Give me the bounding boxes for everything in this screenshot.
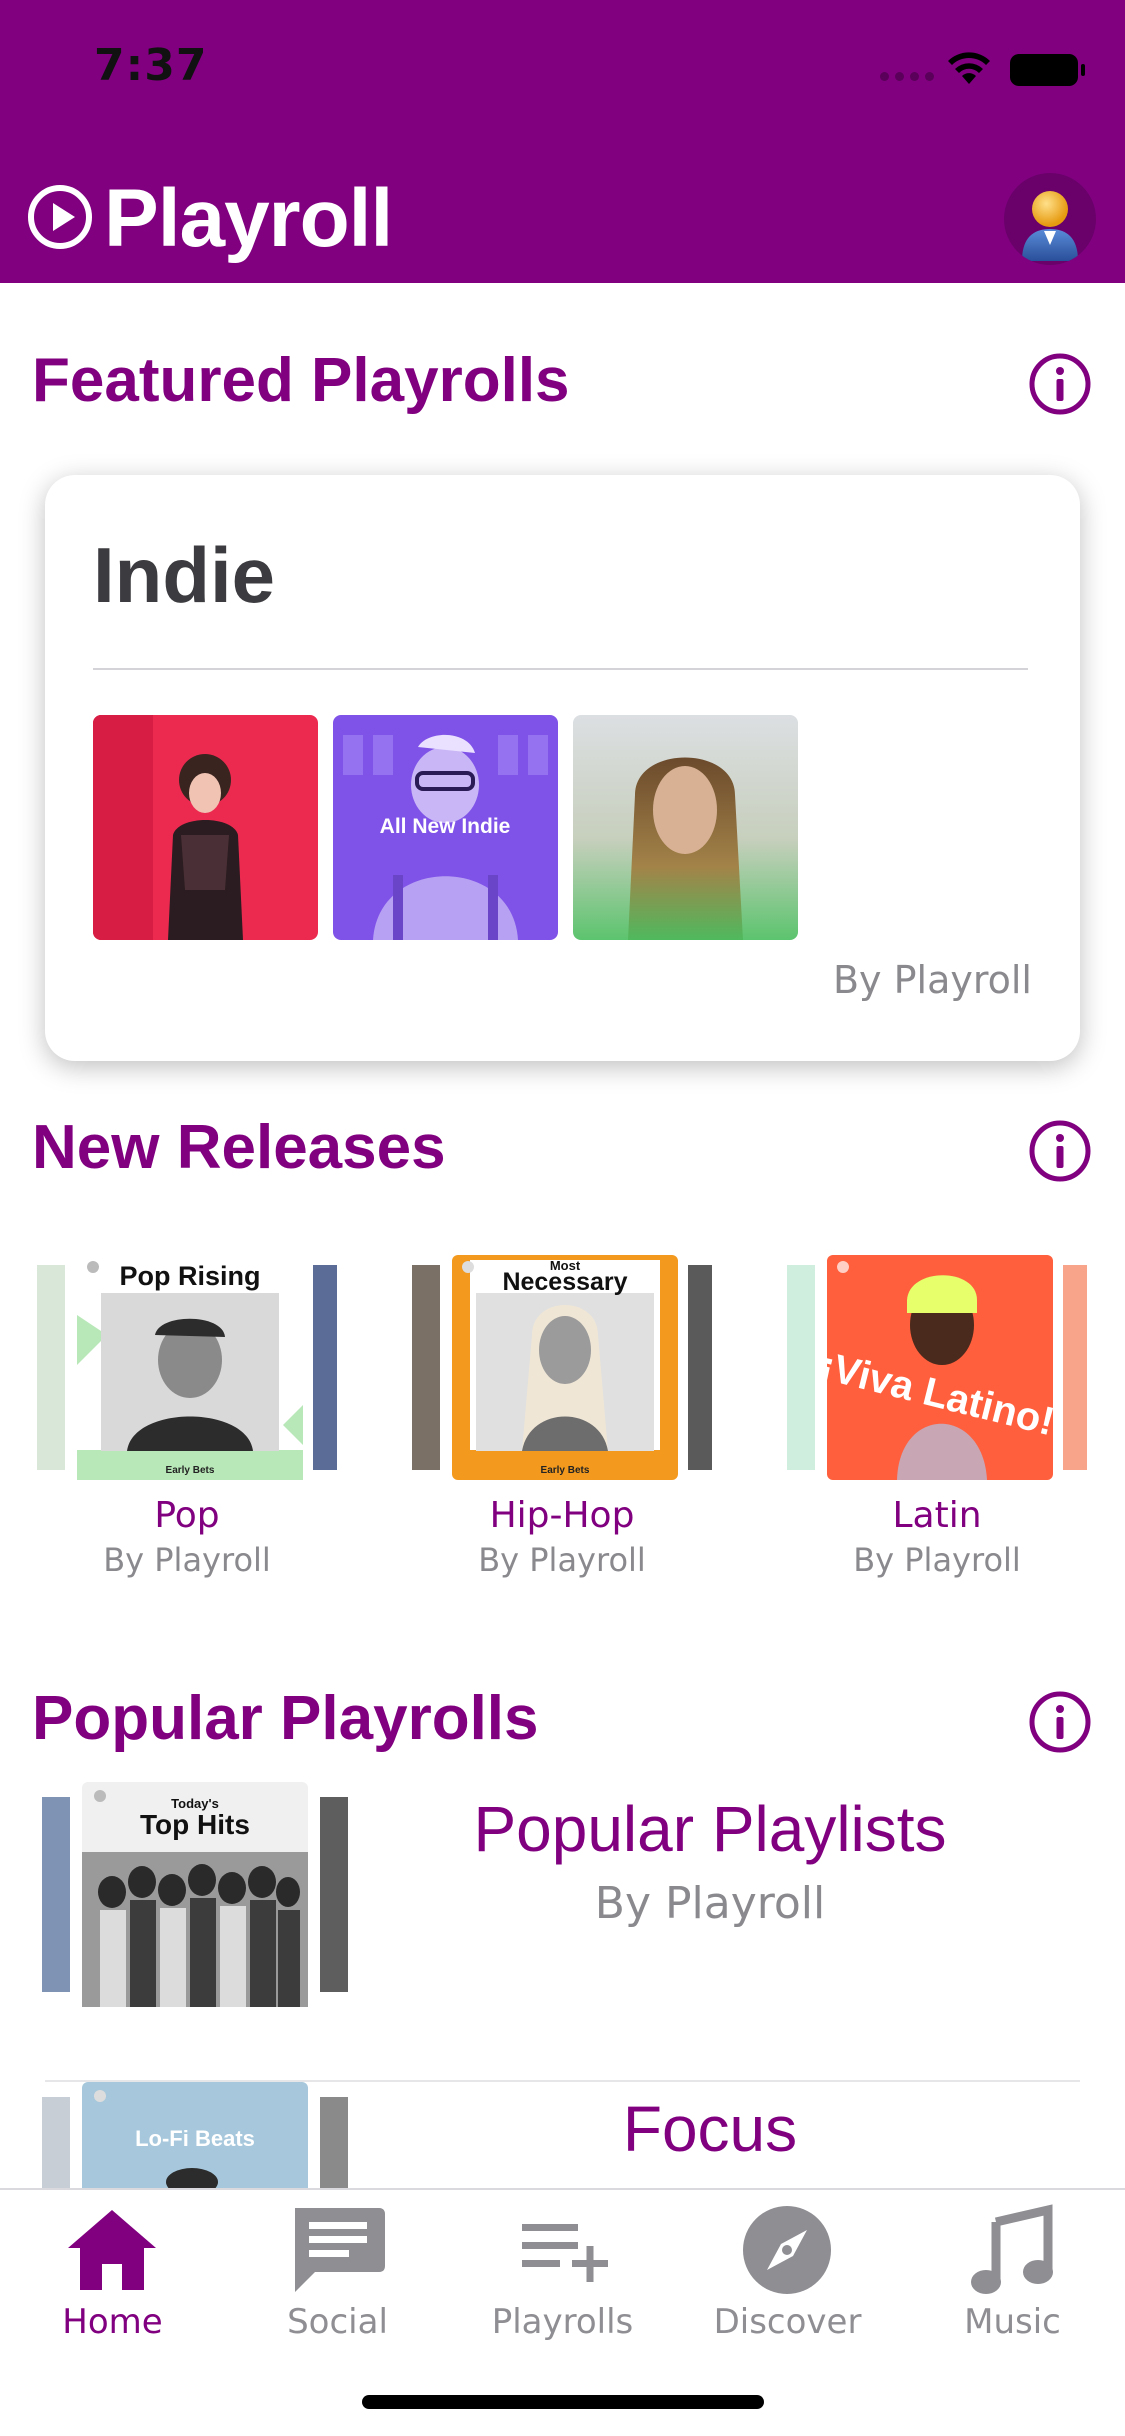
tab-label: Home	[62, 2302, 163, 2342]
tab-discover[interactable]: Discover	[675, 2202, 900, 2352]
tab-playrolls[interactable]: Playrolls	[450, 2202, 675, 2352]
lofi-beats-art: Lo-Fi Beats	[42, 2082, 348, 2188]
cellular-signal-icon	[880, 72, 934, 81]
user-avatar-icon	[1022, 191, 1078, 261]
popular-section-title: Popular Playrolls	[32, 1684, 539, 1753]
tab-social[interactable]: Social	[225, 2202, 450, 2352]
top-hits-art-title: Top Hits	[140, 1809, 250, 1840]
app-header: 7:37 Playroll	[0, 0, 1125, 283]
new-releases-section-title: New Releases	[32, 1113, 446, 1182]
app-title: Playroll	[104, 173, 393, 264]
battery-icon	[1010, 54, 1085, 86]
popular-item-title: Focus	[622, 2093, 798, 2165]
top-hits-art: Today's Top Hits	[42, 1782, 348, 2007]
tab-label: Music	[964, 2302, 1061, 2342]
indie-art-2: All New Indie	[333, 715, 558, 940]
indie-art-2-text: All New Indie	[380, 815, 511, 838]
hip-hop-art-caption: Early Bets	[541, 1465, 590, 1476]
featured-info-icon[interactable]	[1028, 352, 1092, 416]
status-time: 7:37	[94, 40, 208, 91]
playlist-add-icon	[522, 2224, 608, 2282]
pop-art-caption: Early Bets	[166, 1465, 215, 1476]
most-necessary-art: Most Necessary Early Bets	[412, 1255, 712, 1480]
profile-avatar[interactable]	[1004, 173, 1096, 265]
featured-section-title: Featured Playrolls	[32, 346, 570, 415]
popular-item-focus[interactable]: Lo-Fi Beats Focus	[0, 2082, 1125, 2188]
tab-home[interactable]: Home	[0, 2202, 225, 2352]
release-label: Latin	[892, 1495, 982, 1536]
card-divider	[93, 668, 1028, 670]
card-author: By Playroll	[832, 958, 1032, 1002]
release-label: Hip-Hop	[489, 1495, 635, 1536]
popular-item-popular-playlists[interactable]: Today's Top Hits Popular Playlists By Pl…	[0, 1782, 1125, 2012]
chat-icon	[295, 2208, 385, 2292]
pop-art-title: Pop Rising	[120, 1261, 261, 1291]
popular-item-title: Popular Playlists	[473, 1793, 947, 1865]
popular-info-icon[interactable]	[1028, 1690, 1092, 1754]
popular-item-author: By Playroll	[594, 1878, 826, 1929]
release-author: By Playroll	[853, 1541, 1021, 1579]
lofi-art-title: Lo-Fi Beats	[135, 2126, 255, 2151]
hip-hop-art-title: Necessary	[502, 1268, 627, 1296]
home-icon	[68, 2210, 156, 2290]
indie-art-3	[573, 715, 798, 940]
playroll-logo-icon	[28, 185, 92, 249]
new-releases-info-icon[interactable]	[1028, 1119, 1092, 1183]
tab-label: Discover	[713, 2302, 862, 2342]
tab-music[interactable]: Music	[900, 2202, 1125, 2352]
home-indicator[interactable]	[362, 2395, 764, 2409]
featured-playroll-card[interactable]: Indie All New Indie By Playroll	[45, 475, 1080, 1061]
release-author: By Playroll	[103, 1541, 271, 1579]
release-label: Pop	[154, 1495, 220, 1536]
release-author: By Playroll	[478, 1541, 646, 1579]
compass-icon	[743, 2206, 831, 2294]
viva-latino-art: ¡Viva Latino!	[787, 1255, 1087, 1480]
music-note-icon	[971, 2204, 1053, 2294]
pop-rising-art: Pop Rising Early Bets	[37, 1255, 337, 1480]
tab-label: Playrolls	[491, 2302, 634, 2342]
indie-art-1	[93, 715, 318, 940]
tab-label: Social	[287, 2302, 388, 2342]
wifi-icon	[948, 52, 990, 84]
card-title: Indie	[93, 531, 276, 619]
